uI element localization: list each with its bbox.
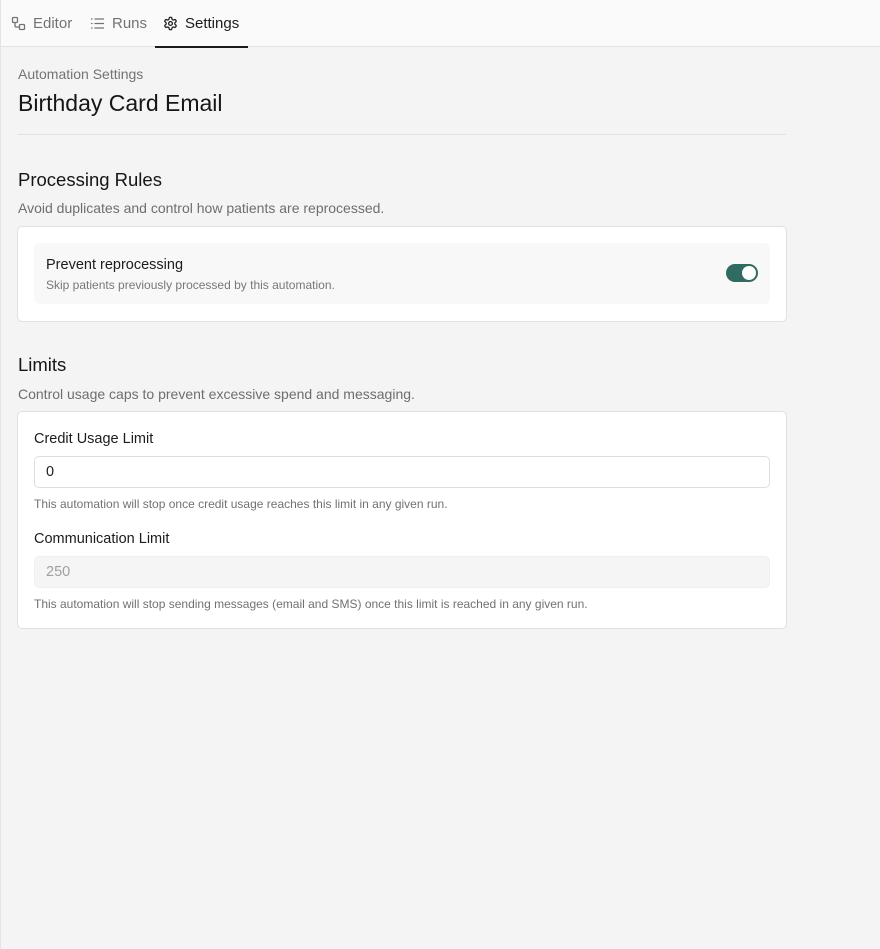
tab-runs-label: Runs: [112, 15, 148, 32]
prevent-reprocessing-description: Skip patients previously processed by th…: [46, 278, 335, 292]
tab-runs[interactable]: Runs: [90, 0, 147, 47]
communication-limit-input[interactable]: [34, 556, 770, 588]
credit-usage-limit-help: This automation will stop once credit us…: [34, 497, 448, 511]
settings-page: Editor Runs Settings Automation Settings…: [0, 0, 880, 949]
tab-settings[interactable]: Settings: [155, 0, 248, 48]
prevent-reprocessing-label: Prevent reprocessing: [46, 257, 184, 273]
page-eyebrow: Automation Settings: [18, 66, 144, 82]
tab-editor-label: Editor: [33, 15, 73, 32]
header-divider: [18, 134, 786, 135]
tab-bar: Editor Runs Settings: [1, 0, 880, 48]
limits-card: Credit Usage Limit This automation will …: [17, 411, 787, 629]
tab-settings-label: Settings: [185, 15, 240, 32]
prevent-reprocessing-toggle[interactable]: [726, 264, 758, 282]
limits-description: Control usage caps to prevent excessive …: [18, 386, 415, 402]
processing-rules-title: Processing Rules: [18, 169, 162, 190]
limits-title: Limits: [18, 354, 67, 375]
processing-rules-card: Prevent reprocessing Skip patients previ…: [17, 226, 787, 322]
list-icon: [90, 16, 105, 31]
communication-limit-help: This automation will stop sending messag…: [34, 597, 588, 611]
page-title: Birthday Card Email: [18, 90, 223, 116]
credit-usage-limit-input[interactable]: [34, 456, 770, 488]
processing-rules-description: Avoid duplicates and control how patient…: [18, 200, 385, 216]
prevent-reprocessing-row: Prevent reprocessing Skip patients previ…: [34, 243, 770, 304]
communication-limit-label: Communication Limit: [34, 531, 170, 547]
tab-editor[interactable]: Editor: [11, 0, 72, 47]
credit-usage-limit-label: Credit Usage Limit: [34, 431, 154, 447]
gear-icon: [163, 16, 178, 31]
toggle-knob: [742, 266, 756, 280]
workflow-icon: [11, 16, 26, 31]
